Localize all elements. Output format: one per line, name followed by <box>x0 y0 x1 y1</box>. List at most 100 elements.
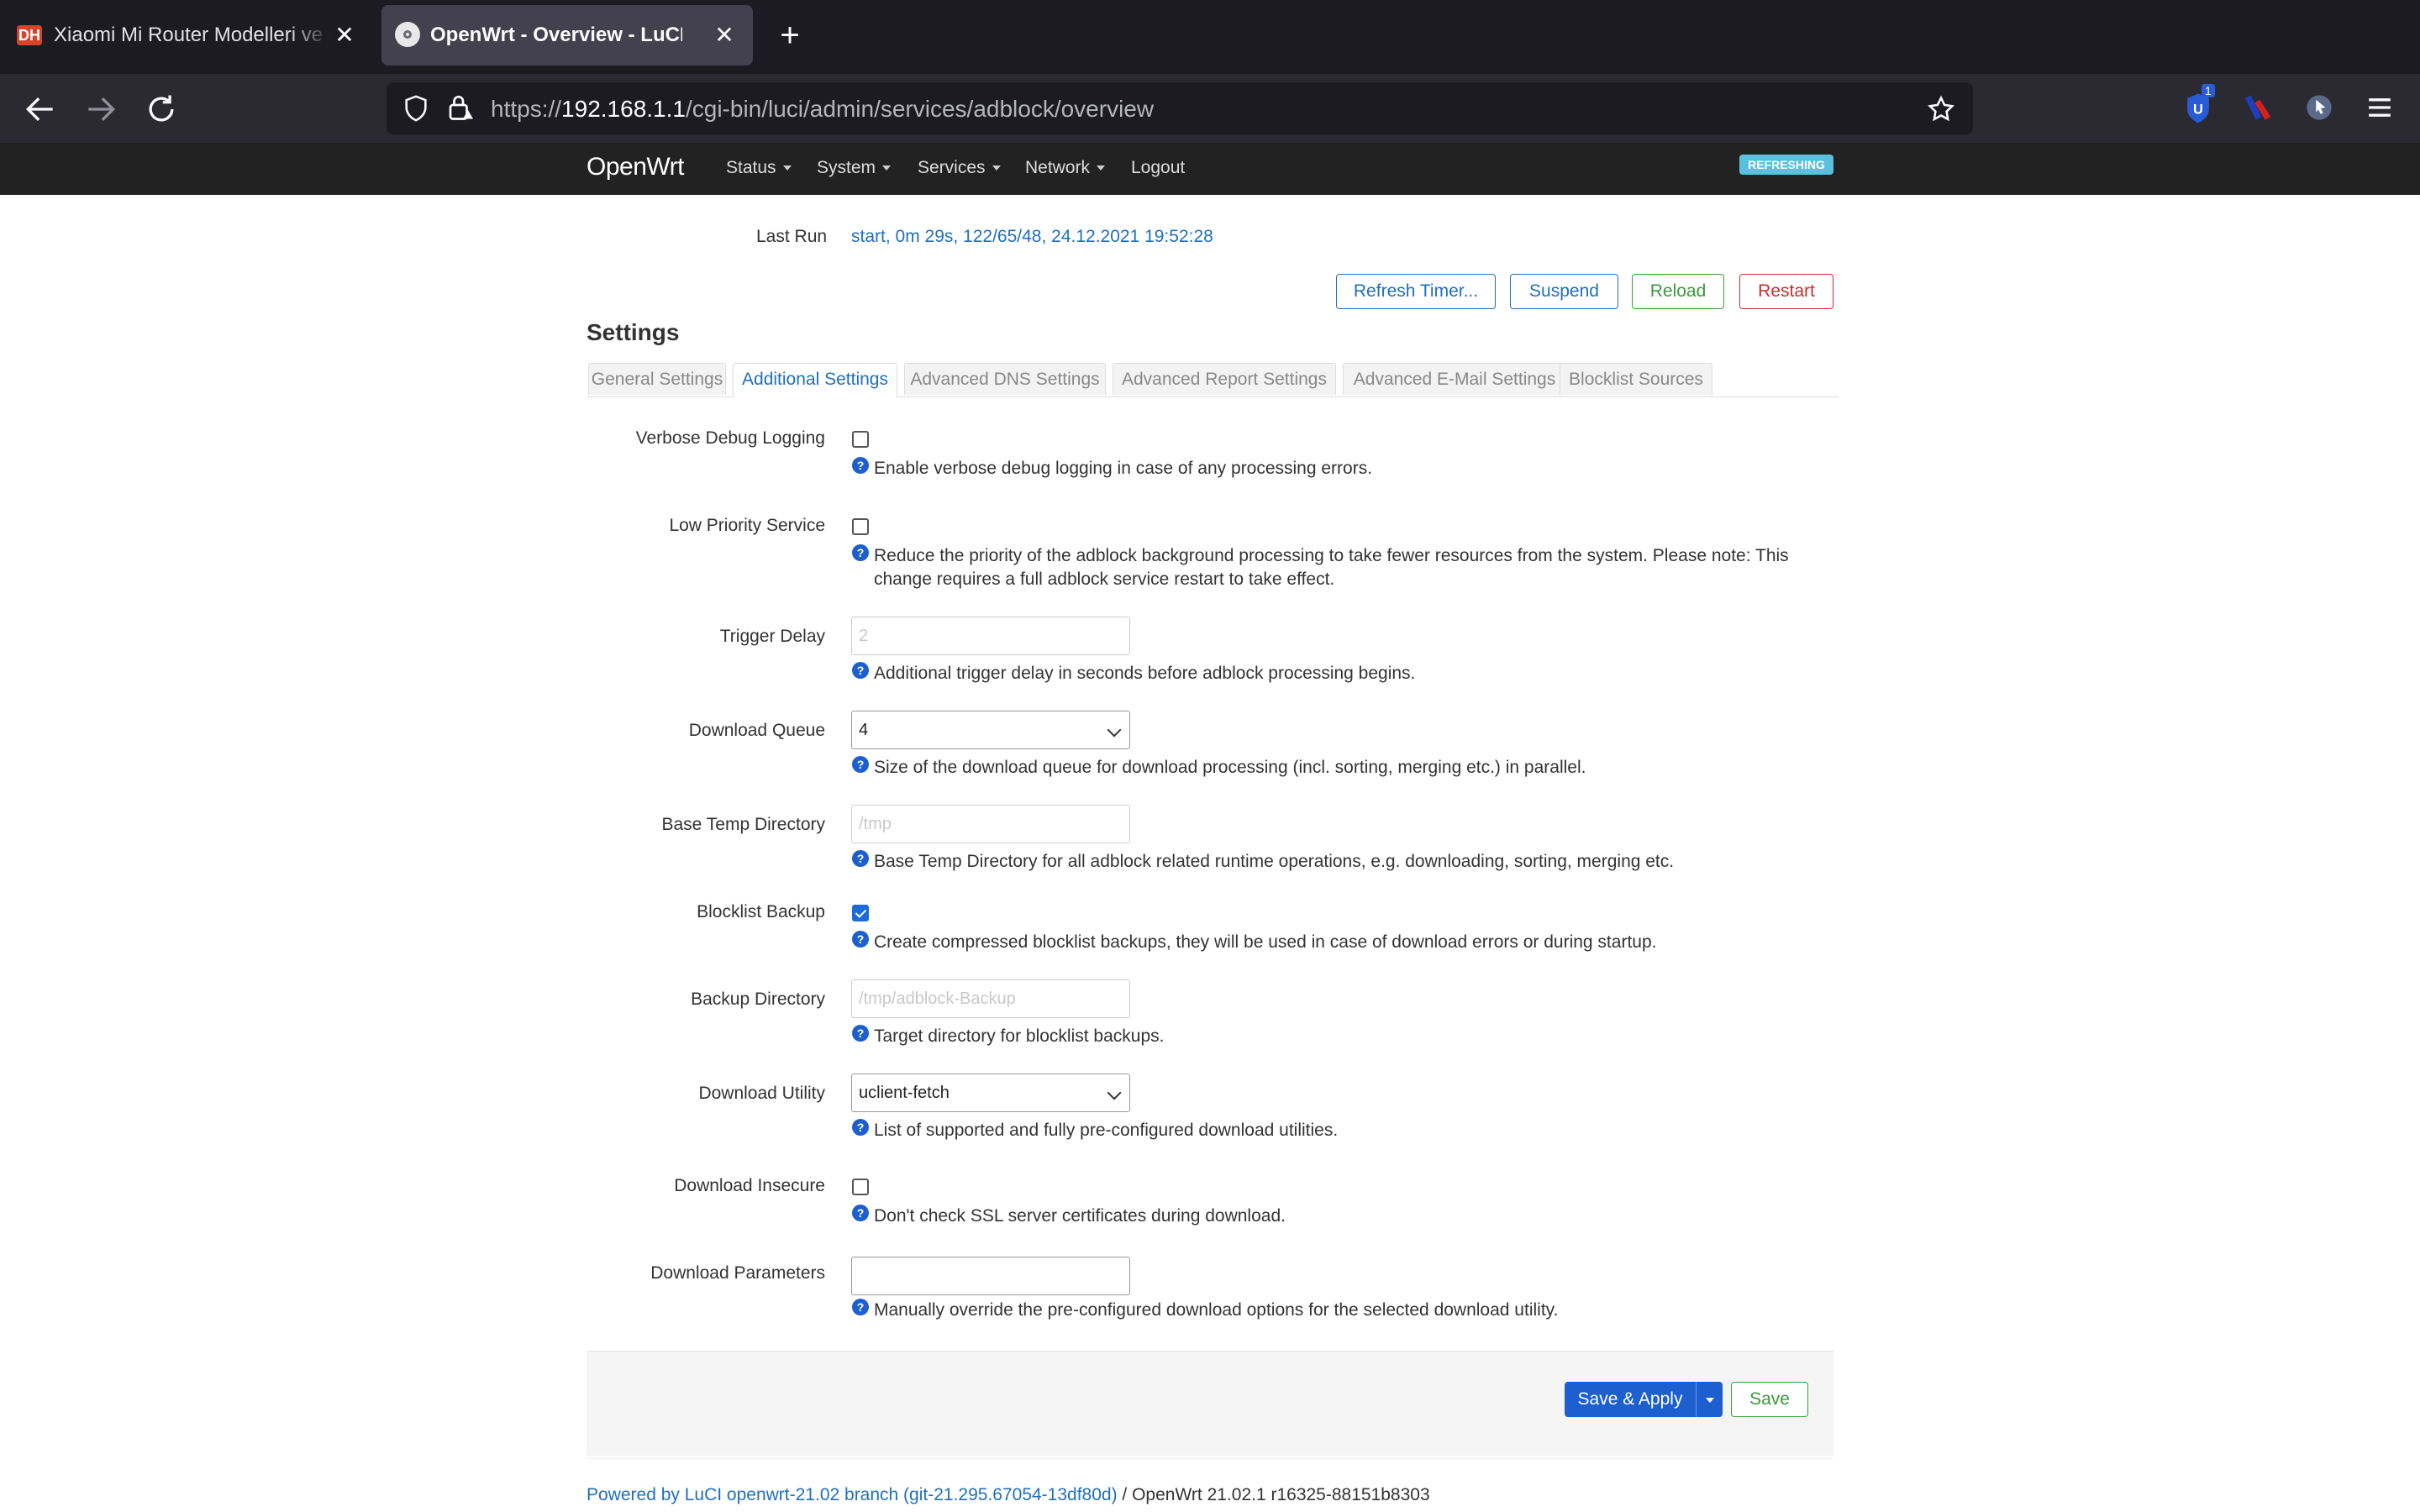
lock-warning-icon[interactable] <box>445 92 476 123</box>
download-utility-select[interactable]: uclient-fetch <box>851 1074 1130 1112</box>
browser-tab-xiaomi[interactable]: DH Xiaomi Mi Router Modelleri ve Op ✕ <box>5 5 361 66</box>
download-parameters-label: Download Parameters <box>650 1263 825 1283</box>
cursor-extension-icon[interactable] <box>2301 89 2338 126</box>
help-icon: ? <box>852 850 869 867</box>
chevron-down-icon <box>1107 722 1122 738</box>
luci-header: OpenWrt Status System Services Network L… <box>0 143 2420 195</box>
close-icon[interactable]: ✕ <box>331 22 358 49</box>
download-queue-help: Size of the download queue for download … <box>874 758 1586 777</box>
save-button[interactable]: Save <box>1731 1382 1808 1417</box>
low-priority-service-label: Low Priority Service <box>669 516 825 535</box>
reload-button[interactable]: Reload <box>1632 274 1724 309</box>
trigger-delay-input[interactable]: 2 <box>851 617 1130 655</box>
download-insecure-label: Download Insecure <box>674 1176 825 1195</box>
trigger-delay-help: Additional trigger delay in seconds befo… <box>874 664 1416 683</box>
hamburger-menu-icon[interactable] <box>2361 89 2398 126</box>
tracking-protection-shield-icon[interactable] <box>402 94 430 123</box>
back-arrow-icon[interactable] <box>22 91 59 128</box>
divider <box>587 1458 1833 1459</box>
tab-advanced-email-settings[interactable]: Advanced E-Mail Settings <box>1343 363 1566 395</box>
url-host: 192.168.1.1 <box>561 96 686 122</box>
menu-label: Network <box>1025 158 1091 177</box>
bookmark-star-icon[interactable] <box>1926 94 1956 124</box>
form-actions-bar: Save & Apply Save <box>587 1351 1833 1456</box>
menu-network[interactable]: Network <box>1025 158 1106 178</box>
url-text[interactable]: https://192.168.1.1/cgi-bin/luci/admin/s… <box>491 96 1154 123</box>
settings-heading: Settings <box>587 319 680 345</box>
save-apply-dropdown-icon[interactable] <box>1696 1382 1723 1417</box>
blocklist-backup-help: Create compressed blocklist backups, the… <box>874 932 1657 952</box>
help-icon: ? <box>852 1119 869 1136</box>
reload-icon[interactable] <box>143 91 180 128</box>
download-queue-label: Download Queue <box>688 721 825 740</box>
low-priority-service-checkbox[interactable] <box>852 518 869 535</box>
caret-down-icon <box>992 165 1001 171</box>
help-icon: ? <box>852 544 869 561</box>
svg-text:U: U <box>2193 102 2203 117</box>
new-tab-plus-icon[interactable]: + <box>771 18 808 55</box>
menu-label: System <box>817 158 876 177</box>
download-utility-help: List of supported and fully pre-configur… <box>874 1121 1339 1140</box>
browser-tab-bar: DH Xiaomi Mi Router Modelleri ve Op ✕ Op… <box>0 0 2420 74</box>
tab-general-settings[interactable]: General Settings <box>588 363 726 395</box>
openwrt-brand[interactable]: OpenWrt <box>587 153 685 181</box>
backup-directory-help: Target directory for blocklist backups. <box>874 1026 1165 1046</box>
tab-advanced-report-settings[interactable]: Advanced Report Settings <box>1113 363 1336 395</box>
help-icon: ? <box>852 931 869 948</box>
restart-button[interactable]: Restart <box>1739 274 1833 309</box>
tab-additional-settings[interactable]: Additional Settings <box>733 363 897 397</box>
download-utility-label: Download Utility <box>698 1084 825 1103</box>
menu-services[interactable]: Services <box>918 158 1001 178</box>
menu-system[interactable]: System <box>817 158 892 178</box>
tab-blocklist-sources[interactable]: Blocklist Sources <box>1560 363 1712 395</box>
donanimhaber-favicon-icon: DH <box>17 25 42 45</box>
download-insecure-checkbox[interactable] <box>852 1179 869 1195</box>
tab-title: OpenWrt - Overview - LuCI <box>430 24 682 46</box>
select-value: 4 <box>859 721 869 739</box>
last-run-label: Last Run <box>756 227 828 246</box>
caret-down-icon <box>882 165 892 171</box>
help-icon: ? <box>852 662 869 679</box>
close-icon[interactable]: ✕ <box>711 22 738 49</box>
trigger-delay-label: Trigger Delay <box>719 627 825 646</box>
verbose-debug-logging-checkbox[interactable] <box>852 431 869 448</box>
select-value: uclient-fetch <box>859 1084 950 1102</box>
browser-nav-bar: https://192.168.1.1/cgi-bin/luci/admin/s… <box>0 74 2420 143</box>
help-icon: ? <box>852 1205 869 1221</box>
menu-status[interactable]: Status <box>726 158 792 178</box>
url-path: /cgi-bin/luci/admin/services/adblock/ove… <box>685 96 1155 122</box>
low-priority-service-help: Reduce the priority of the adblock backg… <box>874 546 1789 589</box>
blocklist-backup-checkbox[interactable] <box>852 905 869 921</box>
suspend-button[interactable]: Suspend <box>1510 274 1618 309</box>
caret-down-icon <box>1097 165 1106 171</box>
forward-arrow-icon[interactable] <box>82 91 119 128</box>
download-parameters-help: Manually override the pre-configured dow… <box>874 1300 1559 1320</box>
menu-logout[interactable]: Logout <box>1131 158 1185 178</box>
download-queue-select[interactable]: 4 <box>851 711 1130 749</box>
tab-advanced-dns-settings[interactable]: Advanced DNS Settings <box>904 363 1106 395</box>
browser-tab-openwrt[interactable]: OpenWrt - Overview - LuCI ✕ <box>381 5 753 66</box>
magnet-extension-icon[interactable] <box>2240 89 2277 126</box>
caret-down-icon <box>782 165 792 171</box>
save-apply-button[interactable]: Save & Apply <box>1565 1382 1696 1417</box>
base-temp-directory-input[interactable]: /tmp <box>851 805 1130 843</box>
download-parameters-input[interactable] <box>851 1257 1130 1295</box>
openwrt-favicon-icon <box>395 22 420 47</box>
ublock-extension-icon[interactable]: U 1 <box>2180 84 2217 126</box>
help-icon: ? <box>852 1025 869 1042</box>
backup-directory-label: Backup Directory <box>691 990 825 1009</box>
download-insecure-help: Don't check SSL server certificates duri… <box>874 1206 1286 1226</box>
blocklist-backup-label: Blocklist Backup <box>697 902 825 921</box>
luci-version-link[interactable]: Powered by LuCI openwrt-21.02 branch (gi… <box>587 1485 1118 1504</box>
powered-by-footer: Powered by LuCI openwrt-21.02 branch (gi… <box>587 1485 1430 1505</box>
refreshing-badge[interactable]: REFRESHING <box>1739 155 1833 175</box>
url-scheme: https:// <box>491 96 562 122</box>
backup-directory-input[interactable]: /tmp/adblock-Backup <box>851 979 1130 1018</box>
tab-title: Xiaomi Mi Router Modelleri ve Op <box>54 24 331 46</box>
chevron-down-icon <box>1107 1085 1122 1100</box>
address-bar[interactable]: https://192.168.1.1/cgi-bin/luci/admin/s… <box>387 82 1973 134</box>
extension-badge: 1 <box>2202 84 2215 97</box>
menu-label: Status <box>726 158 776 177</box>
refresh-timer-button[interactable]: Refresh Timer... <box>1336 274 1496 309</box>
settings-tabs: General Settings Additional Settings Adv… <box>587 363 1839 397</box>
